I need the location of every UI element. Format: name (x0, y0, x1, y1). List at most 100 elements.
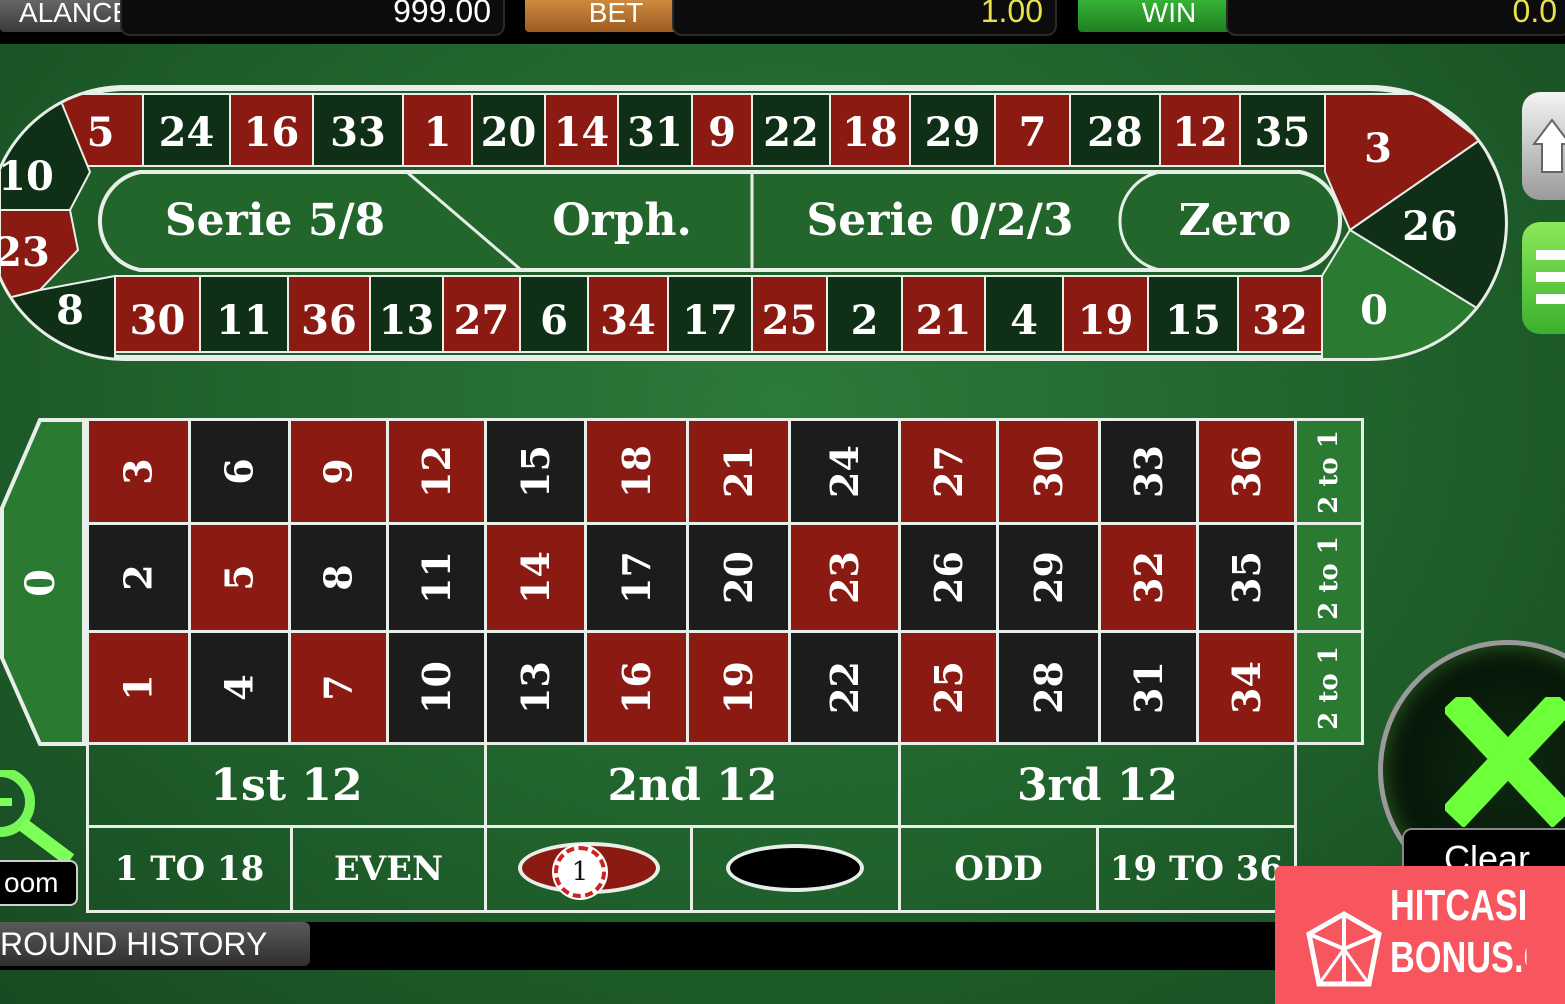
number-label: 4 (216, 674, 262, 701)
number-cell-35[interactable]: 35 (1196, 522, 1297, 633)
number-cell-17[interactable]: 17 (584, 522, 689, 633)
number-cell-28[interactable]: 28 (996, 630, 1101, 745)
track-pocket-label: 32 (1252, 297, 1308, 344)
number-cell-18[interactable]: 18 (584, 418, 689, 525)
number-label: 18 (613, 445, 659, 498)
number-label: 32 (1125, 551, 1171, 604)
menu-icon (1536, 250, 1565, 304)
number-cell-25[interactable]: 25 (898, 630, 999, 745)
track-pocket-label: 20 (481, 109, 537, 156)
watermark-text: HITCASINO BONUS.COM (1390, 880, 1527, 984)
number-label: 10 (413, 661, 459, 714)
number-cell-22[interactable]: 22 (788, 630, 901, 745)
track-pocket-label: 6 (540, 297, 568, 344)
number-label: 23 (821, 551, 867, 604)
top-bar: ALANCE 999.00 BET 1.00 WIN 0.0 (0, 0, 1565, 44)
number-cell-11[interactable]: 11 (386, 522, 487, 633)
section-zero[interactable]: Zero (1179, 195, 1292, 246)
watermark: HITCASINO BONUS.COM (1275, 866, 1565, 1004)
bet-even[interactable]: EVEN (290, 825, 487, 913)
number-label: 26 (925, 551, 971, 604)
bet-odd[interactable]: ODD (898, 825, 1099, 913)
track-pocket-label: 7 (1019, 109, 1047, 156)
menu-button[interactable] (1522, 222, 1565, 334)
number-cell-14[interactable]: 14 (484, 522, 587, 633)
watermark-line1: HITCASINO (1390, 881, 1527, 930)
number-label: 8 (315, 564, 361, 591)
number-label: 31 (1125, 661, 1171, 714)
dozen-bet-3[interactable]: 3rd 12 (898, 742, 1297, 828)
bet-high-19-36[interactable]: 19 TO 36 (1096, 825, 1297, 913)
round-history-bar[interactable]: ROUND HISTORY (0, 922, 1290, 970)
zoom-icon (0, 767, 75, 866)
number-cell-13[interactable]: 13 (484, 630, 587, 745)
number-cell-33[interactable]: 33 (1098, 418, 1199, 525)
number-cell-7[interactable]: 7 (288, 630, 389, 745)
number-cell-36[interactable]: 36 (1196, 418, 1297, 525)
track-pocket-label: 23 (0, 229, 50, 276)
dozen-bet-2[interactable]: 2nd 12 (484, 742, 901, 828)
track-pocket-label: 18 (842, 109, 898, 156)
number-cell-30[interactable]: 30 (996, 418, 1101, 525)
racetrack[interactable]: 5 24 16 33 1 20 14 31 9 22 18 29 7 28 12 3530 11 36 13 27 6 3… (0, 80, 1520, 370)
number-cell-27[interactable]: 27 (898, 418, 999, 525)
column-bet-3[interactable]: 2 to 1 (1294, 630, 1364, 745)
track-pocket-label: 35 (1255, 109, 1311, 156)
number-cell-23[interactable]: 23 (788, 522, 901, 633)
column-bet-2[interactable]: 2 to 1 (1294, 522, 1364, 633)
number-cell-32[interactable]: 32 (1098, 522, 1199, 633)
track-pocket-label: 10 (0, 153, 54, 200)
number-label: 6 (216, 458, 262, 485)
track-pocket-label: 22 (763, 109, 819, 156)
column-bet-label: 2 to 1 (1314, 429, 1345, 514)
dozen-bet-1[interactable]: 1st 12 (86, 742, 487, 828)
number-cell-20[interactable]: 20 (686, 522, 791, 633)
bet-value: 1.00 (672, 0, 1057, 36)
track-pocket-label: 8 (56, 287, 84, 334)
number-label: 15 (512, 445, 558, 498)
number-cell-2[interactable]: 2 (86, 522, 191, 633)
number-label: 34 (1223, 661, 1269, 714)
track-pocket-label: 13 (379, 297, 435, 344)
zoom-button[interactable] (0, 767, 80, 866)
number-cell-26[interactable]: 26 (898, 522, 999, 633)
number-label: 22 (821, 661, 867, 714)
zero-pocket[interactable]: 0 (0, 418, 90, 748)
number-cell-24[interactable]: 24 (788, 418, 901, 525)
column-bet-1[interactable]: 2 to 1 (1294, 418, 1364, 525)
bet-low-1-18[interactable]: 1 TO 18 (86, 825, 293, 913)
number-cell-8[interactable]: 8 (288, 522, 389, 633)
home-button[interactable] (1522, 92, 1565, 200)
section-orphelins[interactable]: Orph. (552, 195, 692, 246)
track-pocket-label: 15 (1165, 297, 1221, 344)
number-cell-5[interactable]: 5 (188, 522, 291, 633)
number-cell-9[interactable]: 9 (288, 418, 389, 525)
number-cell-19[interactable]: 19 (686, 630, 791, 745)
black-bet-oval[interactable] (726, 844, 864, 892)
track-pocket-label: 16 (244, 109, 300, 156)
number-label: 20 (715, 551, 761, 604)
track-pocket-label: 9 (708, 109, 736, 156)
number-label: 27 (925, 445, 971, 498)
number-cell-1[interactable]: 1 (86, 630, 191, 745)
column-bet-label: 2 to 1 (1314, 645, 1345, 730)
number-cell-3[interactable]: 3 (86, 418, 191, 525)
number-cell-16[interactable]: 16 (584, 630, 689, 745)
number-cell-10[interactable]: 10 (386, 630, 487, 745)
number-cell-6[interactable]: 6 (188, 418, 291, 525)
chip[interactable]: 1 (554, 846, 606, 898)
number-cell-4[interactable]: 4 (188, 630, 291, 745)
number-cell-15[interactable]: 15 (484, 418, 587, 525)
section-serie-0-2-3[interactable]: Serie 0/2/3 (807, 195, 1074, 246)
number-cell-34[interactable]: 34 (1196, 630, 1297, 745)
number-cell-29[interactable]: 29 (996, 522, 1101, 633)
number-cell-21[interactable]: 21 (686, 418, 791, 525)
round-history-tab[interactable]: ROUND HISTORY (0, 922, 310, 966)
track-pocket-label: 24 (159, 109, 215, 156)
track-pocket-label: 27 (454, 297, 510, 344)
number-cell-12[interactable]: 12 (386, 418, 487, 525)
number-cell-31[interactable]: 31 (1098, 630, 1199, 745)
number-label: 25 (925, 661, 971, 714)
track-pocket-label: 34 (600, 297, 656, 344)
section-serie-5-8[interactable]: Serie 5/8 (165, 195, 385, 246)
